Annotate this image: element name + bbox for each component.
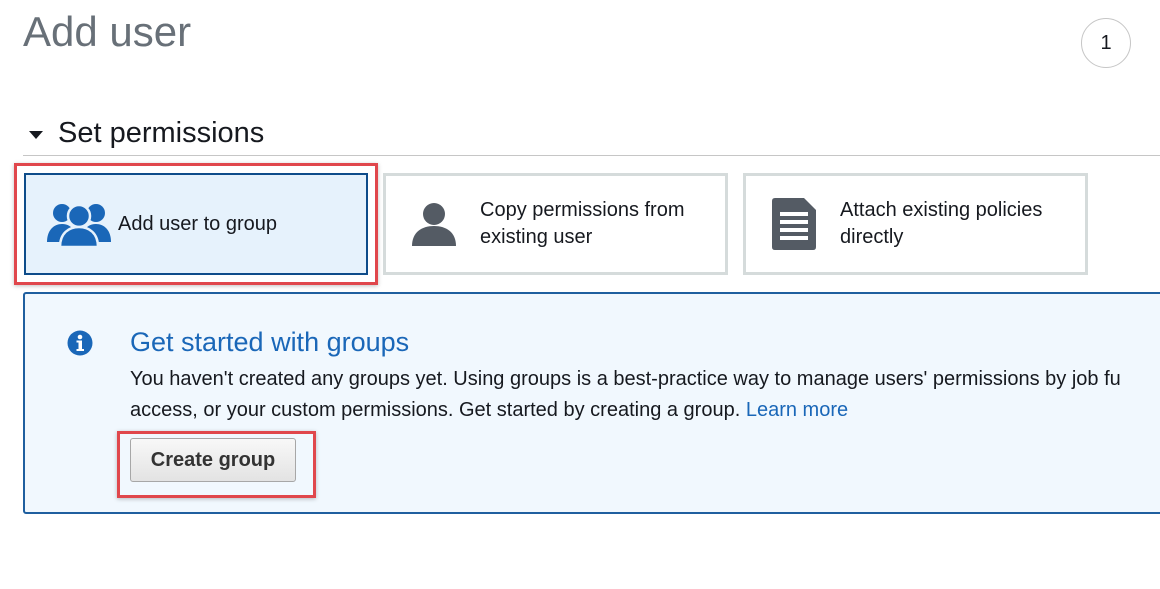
info-icon <box>67 330 93 361</box>
section-title: Set permissions <box>58 117 265 149</box>
info-text-line: You haven't created any groups yet. Usin… <box>130 368 1121 390</box>
create-group-button[interactable]: Create group <box>130 438 296 482</box>
caret-down-icon[interactable] <box>29 130 43 139</box>
option-label: Attach existing policies directly <box>840 199 1043 248</box>
step-indicator: 1 <box>1081 18 1131 68</box>
page-title: Add user <box>23 8 192 55</box>
user-icon <box>410 200 458 248</box>
info-text-line: access, or your custom permissions. Get … <box>130 399 849 421</box>
set-permissions-header[interactable]: Set permissions <box>23 112 1160 156</box>
option-label: Copy permissions from existing user <box>480 199 685 248</box>
info-title: Get started with groups <box>130 327 410 357</box>
option-add-user-to-group[interactable]: Add user to group <box>24 173 368 275</box>
user-group-icon <box>46 200 112 248</box>
option-attach-policies[interactable]: Attach existing policies directly <box>743 173 1088 275</box>
learn-more-link[interactable]: Learn more <box>746 399 848 421</box>
info-description: You haven't created any groups yet. Usin… <box>130 364 1160 426</box>
document-icon <box>770 197 818 251</box>
info-alert: Get started with groups You haven't crea… <box>23 292 1160 514</box>
option-copy-permissions[interactable]: Copy permissions from existing user <box>383 173 728 275</box>
option-label: Add user to group <box>118 212 277 235</box>
